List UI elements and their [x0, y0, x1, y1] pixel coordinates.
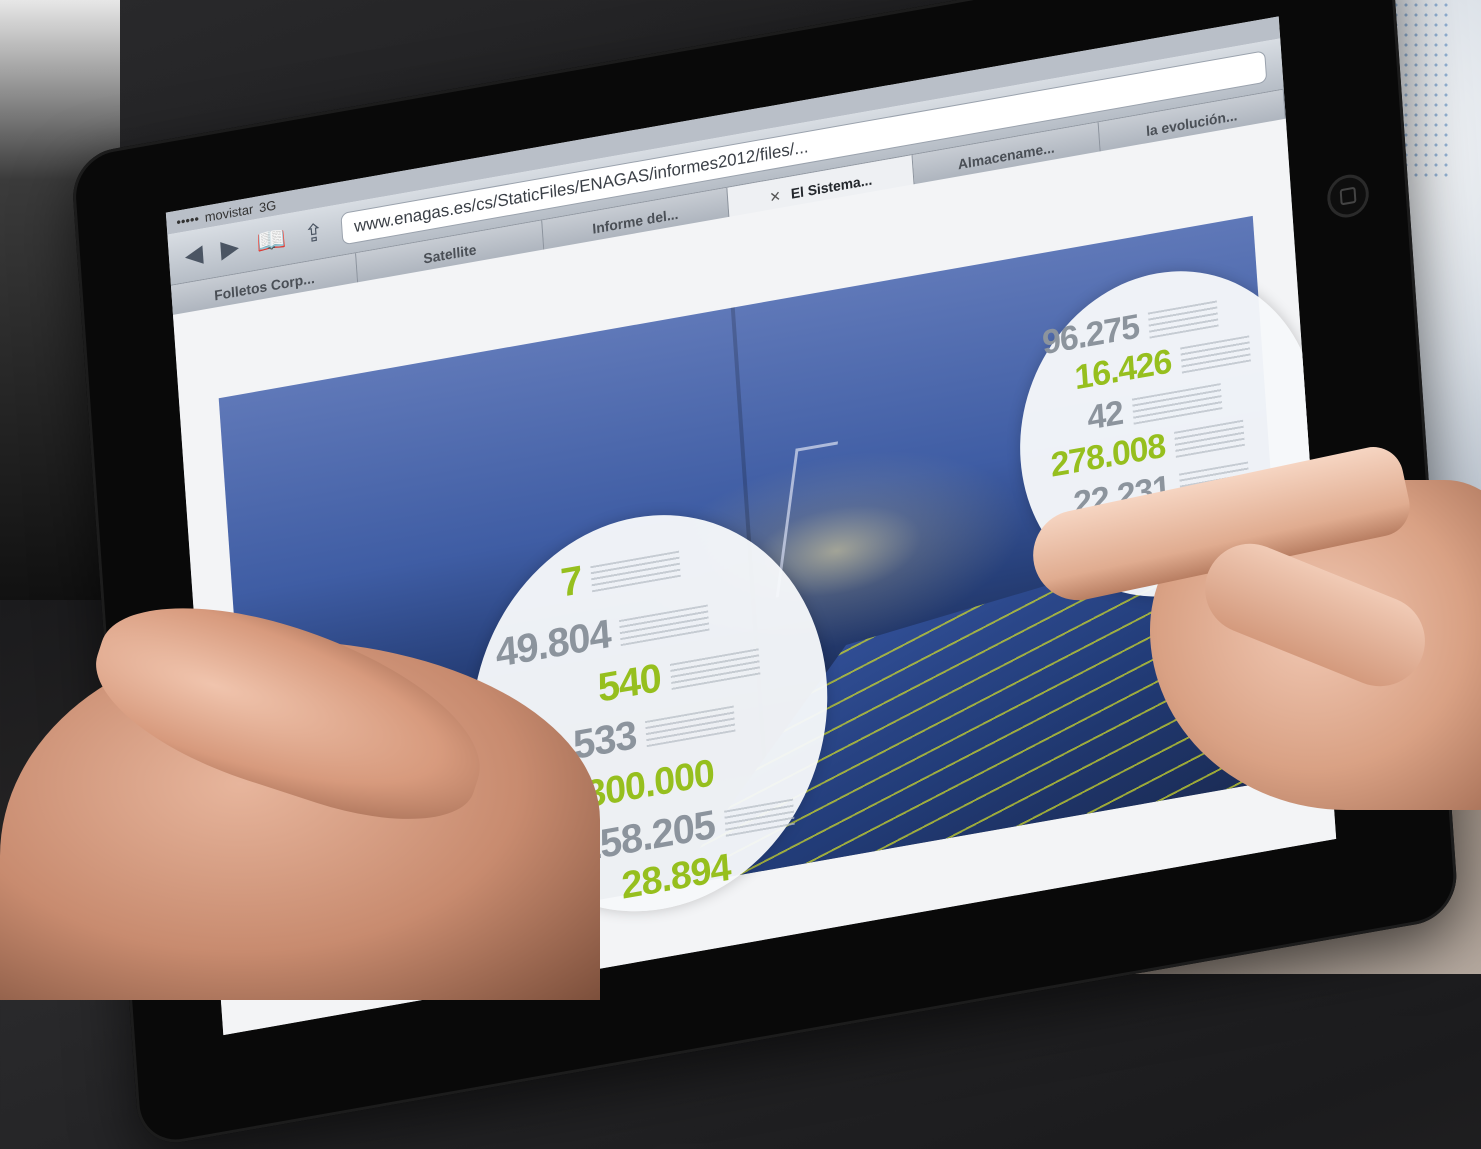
- stat-caption: [669, 647, 761, 690]
- stat-caption: [1173, 419, 1245, 458]
- stat-value: 42: [1086, 393, 1125, 438]
- share-icon[interactable]: ⇪: [303, 218, 325, 249]
- home-square-icon: [1339, 186, 1357, 206]
- stat-caption: [723, 798, 795, 837]
- stat-caption: [1180, 334, 1251, 374]
- stat-caption: [645, 704, 736, 747]
- home-button[interactable]: [1325, 171, 1371, 221]
- stat-caption: [619, 603, 710, 646]
- signal-icon: •••••: [175, 210, 200, 230]
- forward-arrow-icon[interactable]: ▶: [220, 233, 240, 263]
- back-arrow-icon[interactable]: ◀: [184, 240, 204, 270]
- stat-caption: [590, 550, 682, 592]
- network-label: 3G: [258, 196, 277, 215]
- bookmarks-icon[interactable]: 📖: [256, 225, 287, 257]
- close-tab-icon[interactable]: ✕: [769, 187, 782, 206]
- stat-value: 7: [559, 557, 584, 606]
- stat-row: 7: [559, 541, 682, 607]
- stat-value: 540: [596, 655, 663, 711]
- stat-caption: [1147, 299, 1219, 339]
- stat-value: 49.804: [494, 611, 612, 677]
